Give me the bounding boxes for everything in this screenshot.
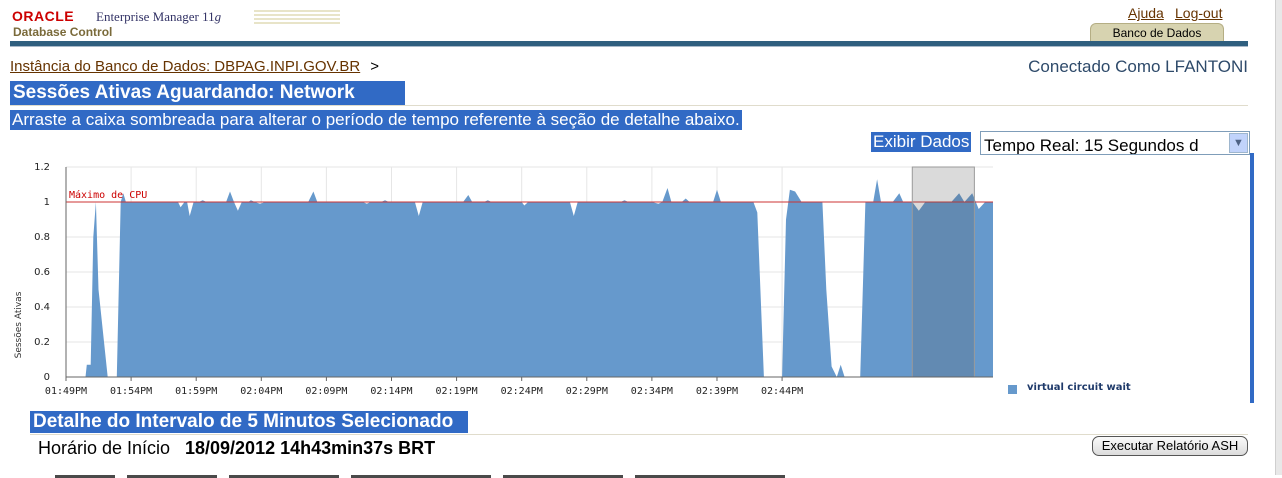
legend-swatch (1008, 385, 1017, 394)
breadcrumb-instance-link[interactable]: Instância do Banco de Dados: DBPAG.INPI.… (10, 58, 360, 75)
x-tick-label: 01:54PM (110, 386, 152, 397)
y-tick-label: 0.8 (34, 232, 50, 243)
x-tick-label: 02:39PM (696, 386, 738, 397)
y-tick-label: 1 (44, 197, 50, 208)
run-ash-report-button[interactable]: Executar Relatório ASH (1092, 436, 1248, 456)
detail-section-title: Detalhe do Intervalo de 5 Minutos Seleci… (30, 411, 468, 433)
x-tick-label: 02:29PM (566, 386, 608, 397)
chart-area-layer (85, 179, 993, 377)
breadcrumb-separator: > (370, 58, 379, 75)
y-tick-label: 0.2 (34, 337, 50, 348)
tab-database[interactable]: Banco de Dados (1090, 23, 1224, 42)
view-data-select[interactable]: Tempo Real: 15 Segundos d ▼ (980, 131, 1250, 155)
y-tick-label: 0.6 (34, 267, 50, 278)
x-tick-label: 01:49PM (45, 386, 87, 397)
logout-link[interactable]: Log-out (1175, 5, 1222, 21)
view-data-label: Exibir Dados (871, 132, 972, 152)
x-tick-label: 01:59PM (175, 386, 217, 397)
x-tick-label: 02:14PM (370, 386, 412, 397)
product-suffix: g (214, 9, 222, 24)
selection-edge (1250, 153, 1254, 403)
y-axis-label: Sessões Ativas (14, 291, 24, 358)
logo-stripes (254, 10, 340, 24)
x-tick-label: 02:19PM (436, 386, 478, 397)
x-tick-label: 02:09PM (305, 386, 347, 397)
y-tick-label: 1.2 (34, 162, 50, 173)
selection-layer (911, 166, 975, 378)
start-time-value: 18/09/2012 14h43min37s BRT (185, 438, 436, 458)
oracle-logo: ORACLE (12, 8, 75, 24)
cpu-max-layer: Máximo de CPU (66, 189, 993, 203)
cpu-max-label: Máximo de CPU (69, 189, 147, 201)
x-tick-label: 02:24PM (501, 386, 543, 397)
help-link[interactable]: Ajuda (1128, 5, 1164, 21)
page-title: Sessões Ativas Aguardando: Network (10, 81, 405, 105)
x-tick-label: 02:34PM (631, 386, 673, 397)
cutoff-text-row (55, 466, 855, 478)
breadcrumb: Instância do Banco de Dados: DBPAG.INPI.… (10, 58, 379, 75)
title-divider (10, 105, 1248, 106)
selection-window (911, 166, 975, 378)
product-subtitle: Database Control (13, 25, 113, 39)
view-data-selected-value: Tempo Real: 15 Segundos d (984, 136, 1199, 155)
connected-as-label: Conectado Como LFANTONI (1028, 57, 1248, 76)
detail-divider (30, 434, 1248, 435)
start-time-label: Horário de Início (38, 438, 171, 458)
chevron-down-icon[interactable]: ▼ (1229, 133, 1248, 153)
window-scrollbar[interactable] (1275, 0, 1282, 475)
header-divider-light (10, 46, 1248, 47)
instruction-text: Arraste a caixa sombreada para alterar o… (10, 110, 742, 130)
x-tick-label: 02:04PM (240, 386, 282, 397)
y-tick-label: 0.4 (34, 302, 50, 313)
y-tick-label: 0 (44, 372, 50, 383)
legend-label: virtual circuit wait (1027, 382, 1131, 393)
series-area-virtual-circuit-wait (85, 179, 993, 377)
active-sessions-chart: Máximo de CPU 1.2 1 0.8 0.6 0.4 0.2 0 01:49PM 01… (14, 162, 993, 397)
product-name: Enterprise Manager 11 (96, 9, 215, 24)
enterprise-manager-logo: Enterprise Manager 11g (96, 9, 221, 25)
x-tick-label: 02:44PM (761, 386, 803, 397)
